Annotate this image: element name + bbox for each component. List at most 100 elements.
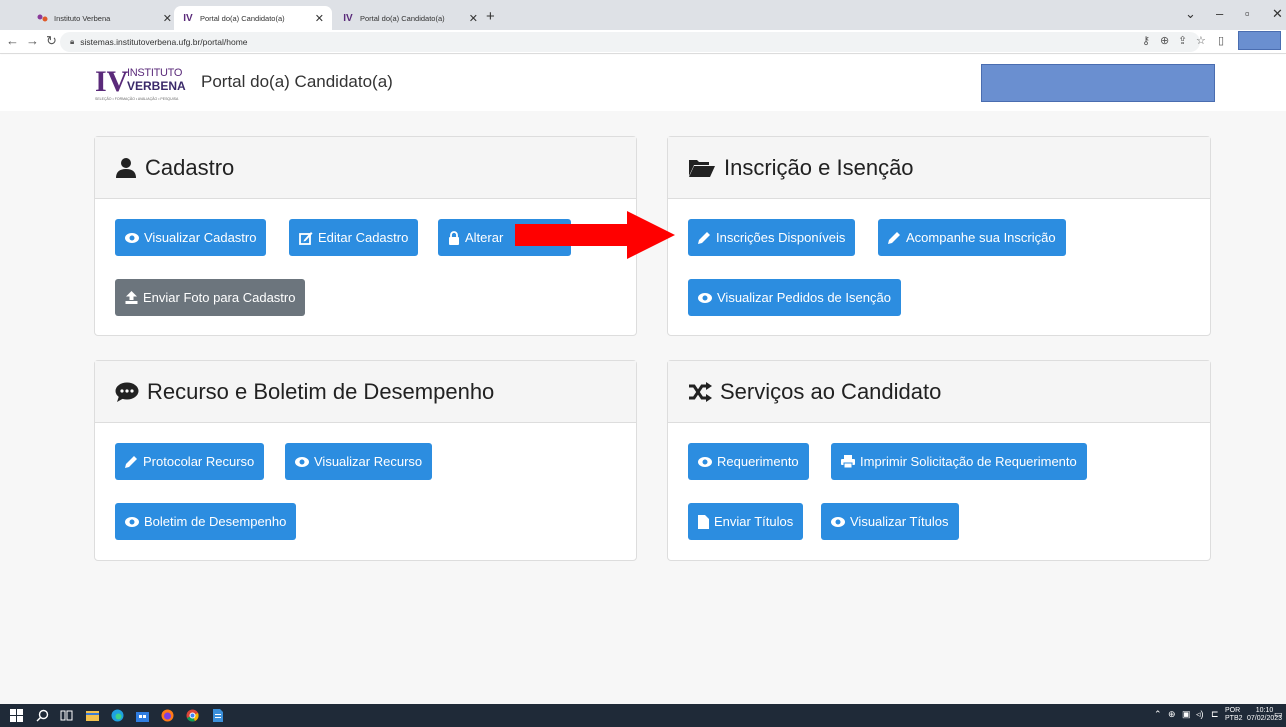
url-field[interactable]: 🔒︎ sistemas.institutoverbena.ufg.br/port… xyxy=(60,32,1200,52)
forward-arrow-icon[interactable]: → xyxy=(26,33,39,48)
tray-chevron-icon[interactable]: ⌃ xyxy=(1154,710,1162,719)
card-inscricao: Inscrição e Isenção Inscrições Disponíve… xyxy=(667,136,1211,336)
card-servicos: Serviços ao Candidato Requerimento Impri… xyxy=(667,360,1211,561)
iv-favicon-icon: IV xyxy=(343,12,353,24)
close-icon[interactable]: ✕ xyxy=(469,12,478,25)
page-title: Portal do(a) Candidato(a) xyxy=(201,72,393,91)
tab-portal-candidato[interactable]: IV Portal do(a) Candidato(a) ✕ xyxy=(174,6,332,30)
card-header: Cadastro xyxy=(95,137,636,199)
logo-instituto-text: INSTITUTO xyxy=(127,67,183,79)
instituto-verbena-logo[interactable]: IV INSTITUTO VERBENA SELEÇÃO • FORMAÇÃO … xyxy=(95,63,199,105)
button-label: Inscrições Disponíveis xyxy=(716,230,846,245)
enviar-foto-button[interactable]: Enviar Foto para Cadastro xyxy=(115,279,306,316)
close-icon[interactable]: ✕ xyxy=(163,12,172,25)
network-icon[interactable]: ▣ xyxy=(1182,710,1191,719)
red-arrow-annotation xyxy=(515,211,675,259)
site-header: IV INSTITUTO VERBENA SELEÇÃO • FORMAÇÃO … xyxy=(0,55,1286,111)
random-shuffle-icon xyxy=(689,381,712,402)
volume-icon[interactable]: ◃) xyxy=(1196,710,1204,719)
imprimir-solicitacao-button[interactable]: Imprimir Solicitação de Requerimento xyxy=(831,443,1087,480)
share-icon[interactable]: ⇪ xyxy=(1178,34,1187,47)
url-text: sistemas.institutoverbena.ufg.br/portal/… xyxy=(80,37,248,47)
new-tab-button[interactable]: + xyxy=(486,8,495,25)
visualizar-pedidos-isencao-button[interactable]: Visualizar Pedidos de Isenção xyxy=(688,279,901,316)
maximize-button[interactable]: ▫ xyxy=(1245,6,1250,21)
tab-label: Instituto Verbena xyxy=(54,13,111,23)
file-icon xyxy=(698,514,709,529)
back-arrow-icon[interactable]: ← xyxy=(6,33,19,48)
tab-label: Portal do(a) Candidato(a) xyxy=(360,13,445,23)
visualizar-recurso-button[interactable]: Visualizar Recurso xyxy=(285,443,433,480)
sidebar-icon[interactable]: ▯ xyxy=(1218,34,1224,47)
browser-tab-bar: Instituto Verbena ✕ IV Portal do(a) Cand… xyxy=(0,0,1286,30)
comment-icon xyxy=(115,382,139,402)
upload-icon xyxy=(125,291,138,304)
close-window-button[interactable]: ✕ xyxy=(1272,6,1283,22)
button-label: Visualizar Cadastro xyxy=(144,230,257,245)
tab-search-chevron-icon[interactable]: ⌄ xyxy=(1185,6,1196,22)
button-label: Requerimento xyxy=(717,454,799,469)
search-icon[interactable] xyxy=(36,709,49,722)
card-title: Inscrição e Isenção xyxy=(724,154,914,180)
button-label: Visualizar Títulos xyxy=(850,514,949,529)
folder-open-icon xyxy=(689,159,715,177)
redacted-profile xyxy=(1238,31,1281,50)
firefox-icon[interactable] xyxy=(161,709,174,722)
reload-icon[interactable]: ↻ xyxy=(46,33,57,49)
visualizar-titulos-button[interactable]: Visualizar Títulos xyxy=(821,503,959,540)
eye-icon xyxy=(125,516,139,527)
card-header: Recurso e Boletim de Desempenho xyxy=(95,361,636,423)
address-bar-row: ← → ↻ 🔒︎ sistemas.institutoverbena.ufg.b… xyxy=(0,30,1286,54)
tab-label: Portal do(a) Candidato(a) xyxy=(200,13,285,23)
edge-browser-icon[interactable] xyxy=(111,709,124,722)
edit-icon xyxy=(299,231,313,245)
button-label: Boletim de Desempenho xyxy=(144,514,287,529)
visualizar-cadastro-button[interactable]: Visualizar Cadastro xyxy=(115,219,267,256)
notification-icon[interactable]: ▭ xyxy=(1274,710,1283,719)
card-header: Serviços ao Candidato xyxy=(668,361,1210,423)
minimize-button[interactable]: – xyxy=(1216,6,1223,21)
card-title: Recurso e Boletim de Desempenho xyxy=(147,378,495,404)
card-recurso: Recurso e Boletim de Desempenho Protocol… xyxy=(94,360,637,561)
chrome-icon[interactable] xyxy=(186,709,199,722)
verbena-favicon-icon xyxy=(36,12,48,24)
print-icon xyxy=(841,455,855,468)
redacted-user-box[interactable] xyxy=(981,64,1215,102)
button-label: Visualizar Recurso xyxy=(314,454,423,469)
keyboard-code: PTB2 xyxy=(1225,715,1243,722)
button-label: Enviar Títulos xyxy=(714,514,794,529)
store-icon[interactable] xyxy=(136,709,149,722)
eye-icon xyxy=(831,516,845,527)
button-label: Alterar xyxy=(465,230,504,245)
clock-time: 10:10 xyxy=(1255,707,1274,714)
language-indicator[interactable]: POR PTB2 xyxy=(1225,707,1243,723)
file-explorer-icon[interactable] xyxy=(86,709,99,722)
bookmark-star-icon[interactable]: ☆ xyxy=(1196,34,1206,47)
button-label: Protocolar Recurso xyxy=(143,454,255,469)
document-app-icon[interactable] xyxy=(211,709,224,722)
inscricoes-disponiveis-button[interactable]: Inscrições Disponíveis xyxy=(688,219,856,256)
tray-app-icon[interactable]: ⊕ xyxy=(1168,710,1176,719)
logo-tagline: SELEÇÃO • FORMAÇÃO • AVALIAÇÃO • PESQUIS… xyxy=(95,97,179,101)
tab-instituto-verbena[interactable]: Instituto Verbena ✕ xyxy=(28,6,180,30)
enviar-titulos-button[interactable]: Enviar Títulos xyxy=(688,503,804,540)
pencil-icon xyxy=(125,456,137,468)
eye-icon xyxy=(125,232,139,243)
editar-cadastro-button[interactable]: Editar Cadastro xyxy=(289,219,419,256)
zoom-icon[interactable]: ⊕ xyxy=(1160,34,1169,47)
windows-start-icon[interactable] xyxy=(10,709,23,722)
lock-icon: 🔒︎ xyxy=(70,37,75,46)
boletim-desempenho-button[interactable]: Boletim de Desempenho xyxy=(115,503,297,540)
ime-icon[interactable]: ⊏ xyxy=(1211,710,1219,719)
protocolar-recurso-button[interactable]: Protocolar Recurso xyxy=(115,443,265,480)
tab-portal-candidato-2[interactable]: IV Portal do(a) Candidato(a) ✕ xyxy=(334,6,486,30)
acompanhe-inscricao-button[interactable]: Acompanhe sua Inscrição xyxy=(878,219,1066,256)
key-icon[interactable]: ⚷ xyxy=(1142,34,1150,47)
close-icon[interactable]: ✕ xyxy=(315,12,324,25)
logo-verbena-text: VERBENA xyxy=(127,79,186,93)
task-view-icon[interactable] xyxy=(60,709,73,722)
button-label: Visualizar Pedidos de Isenção xyxy=(717,290,891,305)
requerimento-button[interactable]: Requerimento xyxy=(688,443,809,480)
logo-iv-mark: IV xyxy=(95,65,129,98)
button-label: Editar Cadastro xyxy=(318,230,409,245)
